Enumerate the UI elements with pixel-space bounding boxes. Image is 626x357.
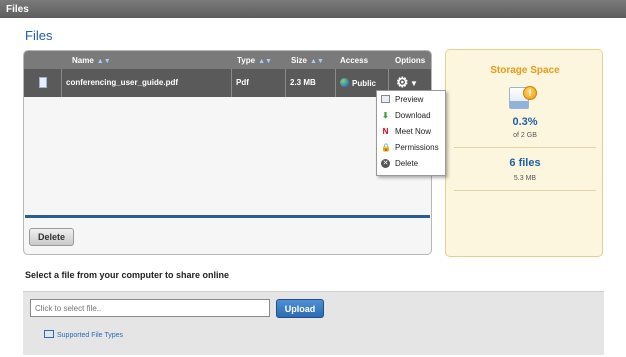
menu-item-download[interactable]: ⬇ Download	[381, 109, 443, 123]
column-divider	[285, 69, 286, 97]
page-title: Files	[25, 28, 53, 43]
files-size: 5.3 MB	[513, 175, 537, 182]
column-header-type[interactable]: Type ▲▼	[237, 56, 272, 65]
file-select-input[interactable]	[30, 299, 270, 317]
gear-icon[interactable]: ⚙	[396, 74, 409, 91]
column-divider	[335, 69, 336, 97]
menu-item-meet-now[interactable]: N Meet Now	[381, 125, 443, 139]
menu-item-delete[interactable]: ✕ Delete	[381, 157, 443, 171]
column-header-size[interactable]: Size ▲▼	[291, 56, 324, 65]
options-dropdown-menu: Preview ⬇ Download N Meet Now 🔒 Permissi…	[376, 90, 446, 176]
table-header: Name ▲▼ Type ▲▼ Size ▲▼ Access Options	[24, 51, 431, 69]
divider	[454, 190, 596, 191]
upload-instructions: Select a file from your computer to shar…	[25, 270, 230, 280]
delete-button[interactable]: Delete	[29, 228, 74, 246]
pdf-file-icon	[39, 77, 47, 88]
delete-x-icon: ✕	[381, 159, 390, 168]
monitor-icon	[44, 330, 54, 338]
files-count: 6 files	[509, 157, 541, 169]
storage-title: Storage Space	[490, 65, 560, 76]
column-header-name[interactable]: Name ▲▼	[72, 56, 111, 65]
file-size: 2.3 MB	[290, 78, 316, 87]
sort-icon: ▲▼	[310, 58, 324, 65]
upload-area: Upload Supported File Types	[23, 291, 604, 355]
public-globe-icon	[340, 78, 349, 87]
supported-file-types-link[interactable]: Supported File Types	[44, 330, 123, 339]
chevron-down-icon[interactable]: ▼	[410, 79, 418, 88]
lock-icon: 🔒	[381, 143, 391, 152]
menu-item-preview[interactable]: Preview	[381, 93, 443, 107]
storage-total: of 2 GB	[513, 132, 537, 139]
menu-item-permissions[interactable]: 🔒 Permissions	[381, 141, 443, 155]
storage-usage-fill	[510, 101, 528, 108]
preview-icon	[381, 95, 390, 103]
sort-icon: ▲▼	[96, 58, 111, 65]
column-divider	[61, 69, 62, 97]
divider	[454, 147, 596, 148]
file-name[interactable]: conferencing_user_guide.pdf	[66, 78, 178, 87]
window-title-bar: Files	[0, 0, 626, 18]
file-type: Pdf	[236, 78, 249, 87]
column-divider	[231, 69, 232, 97]
download-arrow-icon: ⬇	[382, 111, 389, 120]
upload-button[interactable]: Upload	[276, 299, 324, 318]
files-table-panel: Name ▲▼ Type ▲▼ Size ▲▼ Access Options conf…	[23, 50, 432, 255]
column-header-options: Options	[395, 56, 426, 65]
window-title: Files	[6, 4, 29, 15]
table-row[interactable]: conferencing_user_guide.pdf Pdf 2.3 MB P…	[24, 69, 431, 97]
meet-now-icon: N	[382, 127, 389, 136]
storage-percent: 0.3%	[512, 116, 538, 128]
column-header-access: Access	[340, 56, 369, 65]
warning-icon: !	[523, 86, 537, 100]
file-access[interactable]: Public	[340, 78, 376, 88]
sort-icon: ▲▼	[258, 58, 272, 65]
storage-space-panel: Storage Space ! 0.3% of 2 GB 6 files 5.3…	[445, 49, 603, 257]
table-footer-divider	[25, 215, 430, 218]
